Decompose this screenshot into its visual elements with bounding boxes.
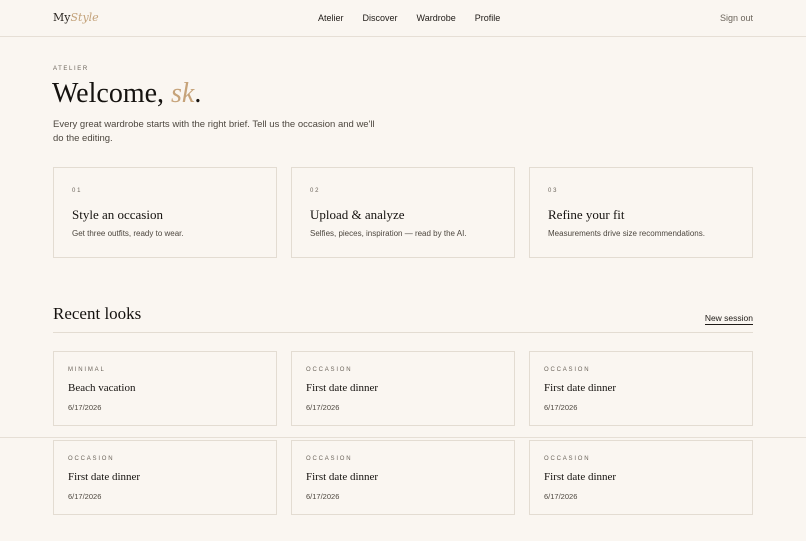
look-tag: MINIMAL bbox=[68, 367, 106, 373]
fold-line bbox=[0, 437, 806, 438]
step-card-refine-fit[interactable]: 03 Refine your fit Measurements drive si… bbox=[529, 167, 753, 258]
look-title: First date dinner bbox=[544, 471, 617, 483]
look-card[interactable]: MINIMAL Beach vacation 6/17/2026 bbox=[53, 351, 277, 426]
main-nav: Atelier Discover Wardrobe Profile bbox=[318, 13, 500, 23]
look-date: 6/17/2026 bbox=[306, 403, 340, 412]
step-description: Selfies, pieces, inspiration — read by t… bbox=[310, 229, 467, 238]
step-description: Get three outfits, ready to wear. bbox=[72, 229, 184, 238]
step-number: 03 bbox=[548, 188, 559, 194]
nav-profile[interactable]: Profile bbox=[475, 13, 501, 23]
nav-atelier[interactable]: Atelier bbox=[318, 13, 344, 23]
look-card[interactable]: OCCASION First date dinner 6/17/2026 bbox=[291, 351, 515, 426]
welcome-text: Welcome, bbox=[52, 78, 172, 109]
page-title: Welcome, sk. bbox=[52, 78, 201, 110]
sign-out-link[interactable]: Sign out bbox=[720, 13, 753, 23]
step-title: Upload & analyze bbox=[310, 207, 405, 222]
look-title: Beach vacation bbox=[68, 382, 136, 394]
step-title: Style an occasion bbox=[72, 207, 163, 222]
look-date: 6/17/2026 bbox=[68, 492, 102, 501]
look-tag: OCCASION bbox=[306, 367, 353, 373]
logo-main: My bbox=[53, 11, 71, 24]
section-divider bbox=[53, 332, 753, 333]
look-tag: OCCASION bbox=[544, 367, 591, 373]
top-bar: MyStyle Atelier Discover Wardrobe Profil… bbox=[0, 0, 806, 37]
step-card-style-occasion[interactable]: 01 Style an occasion Get three outfits, … bbox=[53, 167, 277, 258]
look-title: First date dinner bbox=[306, 471, 379, 483]
step-title: Refine your fit bbox=[548, 207, 625, 222]
look-card[interactable]: OCCASION First date dinner 6/17/2026 bbox=[529, 351, 753, 426]
nav-discover[interactable]: Discover bbox=[363, 13, 398, 23]
step-number: 02 bbox=[310, 188, 321, 194]
new-session-link[interactable]: New session bbox=[704, 313, 753, 325]
look-tag: OCCASION bbox=[68, 456, 115, 462]
logo-accent: Style bbox=[70, 11, 99, 24]
page-eyebrow: ATELIER bbox=[53, 66, 89, 72]
look-card[interactable]: OCCASION First date dinner 6/17/2026 bbox=[53, 440, 277, 515]
step-number: 01 bbox=[72, 188, 83, 194]
look-tag: OCCASION bbox=[306, 456, 353, 462]
welcome-period: . bbox=[194, 78, 202, 109]
look-title: First date dinner bbox=[68, 471, 141, 483]
logo[interactable]: MyStyle bbox=[53, 11, 99, 24]
user-name: sk bbox=[171, 78, 195, 109]
look-date: 6/17/2026 bbox=[68, 403, 102, 412]
intro-text: Every great wardrobe starts with the rig… bbox=[53, 119, 375, 144]
nav-wardrobe[interactable]: Wardrobe bbox=[417, 13, 456, 23]
look-date: 6/17/2026 bbox=[544, 403, 578, 412]
look-card[interactable]: OCCASION First date dinner 6/17/2026 bbox=[291, 440, 515, 515]
recent-looks-title: Recent looks bbox=[53, 304, 142, 323]
look-title: First date dinner bbox=[306, 382, 379, 394]
look-title: First date dinner bbox=[544, 382, 617, 394]
step-description: Measurements drive size recommendations. bbox=[548, 229, 705, 238]
look-date: 6/17/2026 bbox=[544, 492, 578, 501]
look-tag: OCCASION bbox=[544, 456, 591, 462]
look-date: 6/17/2026 bbox=[306, 492, 340, 501]
look-card[interactable]: OCCASION First date dinner 6/17/2026 bbox=[529, 440, 753, 515]
step-card-upload-analyze[interactable]: 02 Upload & analyze Selfies, pieces, ins… bbox=[291, 167, 515, 258]
